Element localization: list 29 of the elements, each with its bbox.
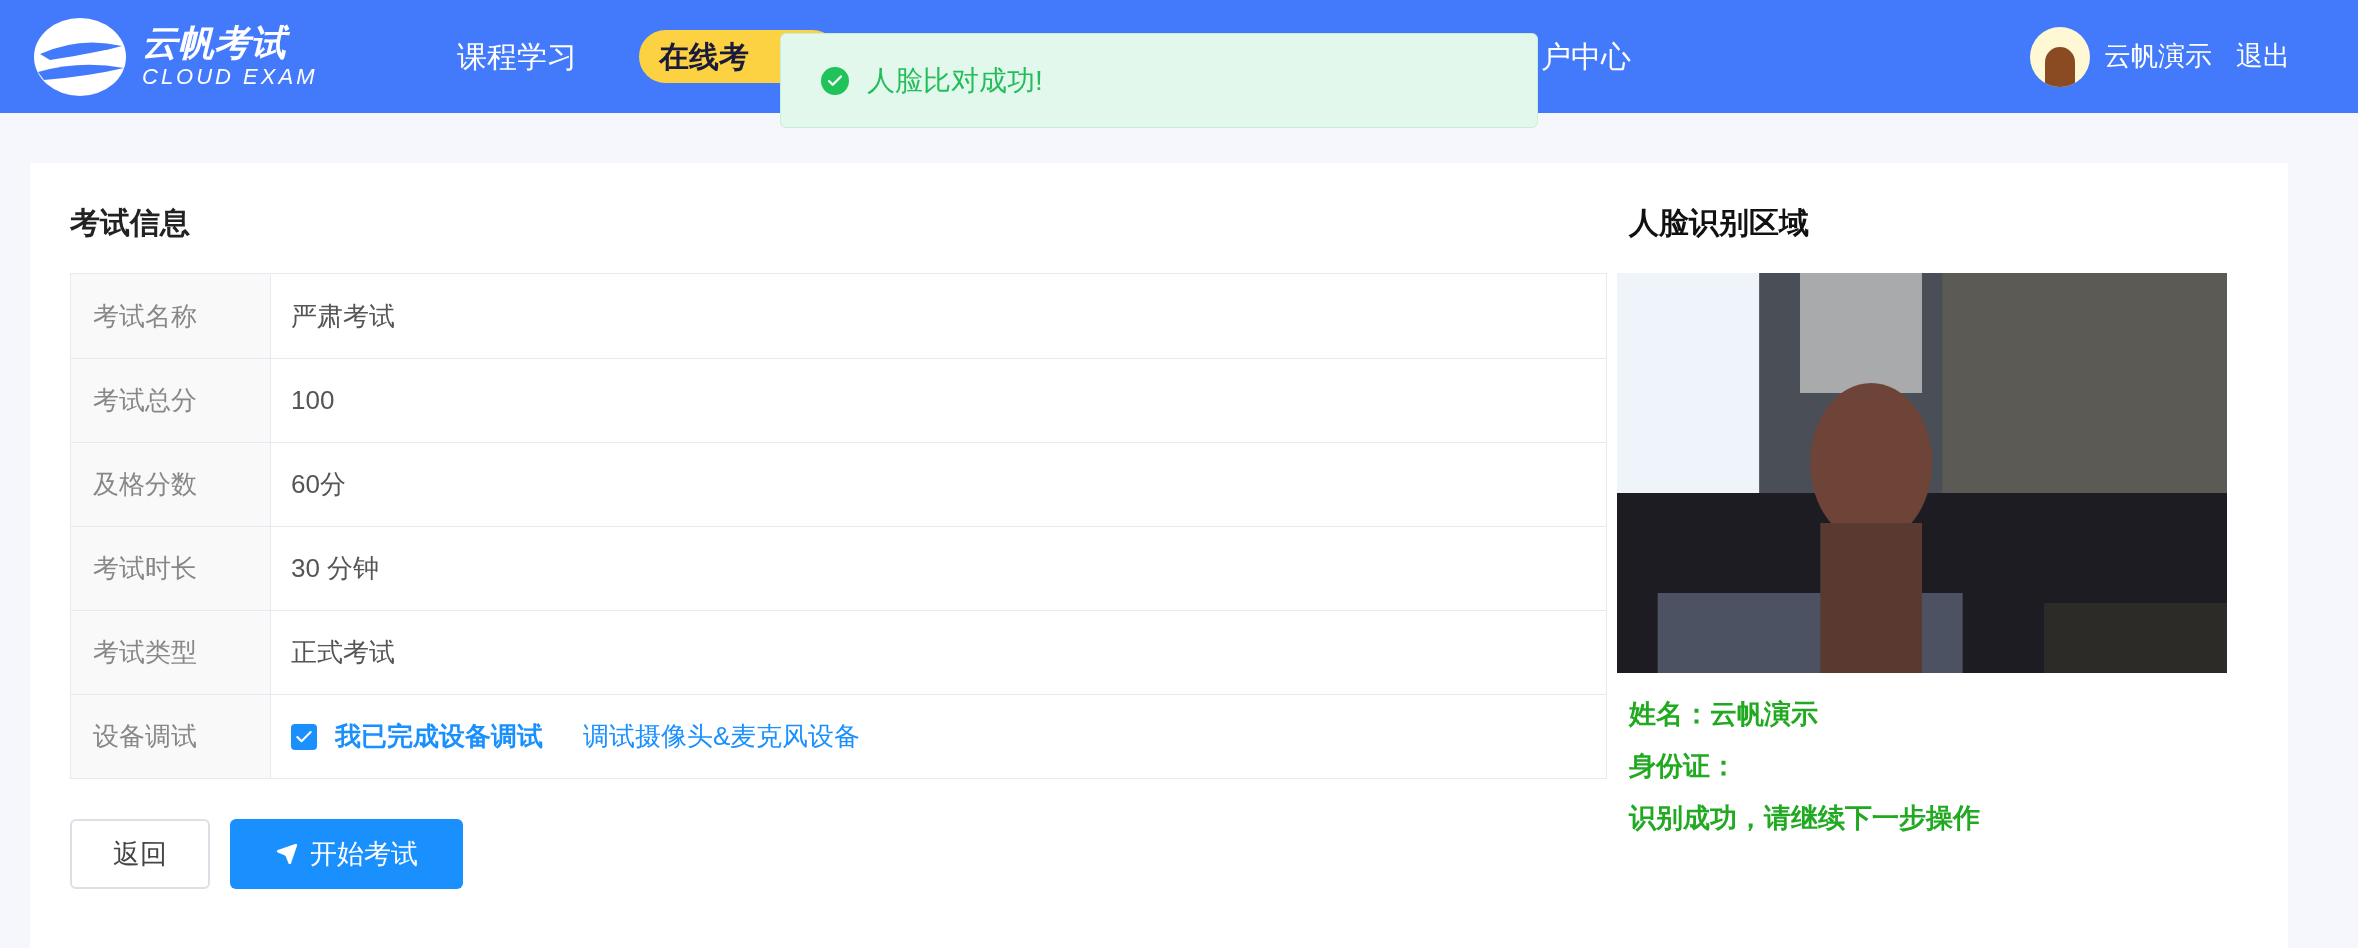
start-exam-button[interactable]: 开始考试 <box>230 819 463 889</box>
label-cell: 考试名称 <box>71 274 271 358</box>
label-cell: 考试总分 <box>71 359 271 442</box>
logo-title: 云帆考试 <box>142 22 318 63</box>
back-button[interactable]: 返回 <box>70 819 210 889</box>
toast-message: 人脸比对成功! <box>867 63 1043 98</box>
value-cell-text: 严肃考试 <box>290 299 396 333</box>
recognition-text: 识别成功，请继续下一步操作 <box>1629 802 1981 835</box>
label-cell: 设备调试 <box>71 695 271 778</box>
logout-link[interactable]: 退出 <box>2236 36 2290 77</box>
checkbox-label: 我已完成设备调试 <box>335 720 543 753</box>
label-cell: 及格分数 <box>71 443 271 526</box>
recognition-text: 姓名：云帆演示 <box>1629 698 1819 731</box>
label-cell: 考试类型 <box>71 611 271 694</box>
value-cell-text: 正式考试 <box>290 636 396 669</box>
send-icon <box>275 843 298 865</box>
section-title: 人脸识别区域 <box>1627 205 1810 241</box>
nav-link[interactable]: 课程学习 <box>455 34 579 79</box>
value-cell-text: 30 分钟 <box>290 552 381 585</box>
logo-subtitle: CLOUD EXAM <box>142 62 318 91</box>
recognition-text: 身份证： <box>1629 750 1738 783</box>
user-name: 云帆演示 <box>2104 40 2212 74</box>
value-cell-text: 60分 <box>290 468 347 501</box>
label-cell: 考试时长 <box>71 527 271 610</box>
value-cell-text: 100 <box>290 384 336 417</box>
section-title: 考试信息 <box>70 205 191 241</box>
nav-link[interactable]: 户中心 <box>1539 34 1633 79</box>
device-test-link[interactable]: 调试摄像头&麦克风设备 <box>583 717 861 756</box>
checkbox[interactable] <box>291 723 317 750</box>
